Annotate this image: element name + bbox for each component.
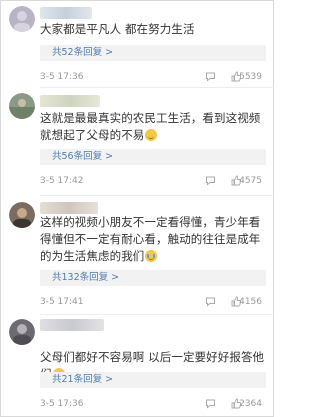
comment-text: 这就是最最真实的农民工生活，看到这视频就想起了父母的不易 — [40, 110, 266, 144]
replies-count[interactable]: 共21条回复 > — [52, 373, 113, 387]
cry-emoji — [145, 250, 158, 262]
smile-emoji — [145, 129, 158, 141]
replies-count[interactable]: 共132条回复 > — [52, 271, 119, 285]
avatar[interactable] — [9, 93, 35, 119]
like-count: 5539 — [239, 72, 262, 82]
divider — [40, 195, 274, 196]
comment-text: 大家都是平凡人 都在努力生活 — [40, 21, 266, 38]
comment-icon[interactable] — [205, 71, 216, 82]
like-count: 2364 — [239, 399, 262, 409]
divider — [40, 314, 274, 315]
avatar[interactable] — [9, 6, 35, 32]
comment-icon[interactable] — [205, 398, 216, 409]
username-blurred[interactable] — [40, 319, 104, 331]
username-blurred[interactable] — [40, 7, 92, 19]
divider — [40, 87, 274, 88]
replies-count[interactable]: 共52条回复 > — [52, 46, 113, 60]
username-blurred[interactable] — [40, 95, 100, 107]
timestamp: 3-5 17:36 — [40, 72, 84, 82]
comment-meta: 3-5 17:36 5539 — [40, 71, 266, 83]
comment-meta: 3-5 17:36 2364 — [40, 398, 266, 410]
avatar[interactable] — [9, 202, 35, 228]
comment-meta: 3-5 17:41 4156 — [40, 296, 266, 308]
username-blurred[interactable] — [40, 202, 98, 214]
timestamp: 3-5 17:36 — [40, 399, 84, 409]
comment-text: 这样的视频小朋友不一定看得懂，青少年看得懂但不一定有耐心看，触动的往往是成年的为… — [40, 214, 266, 265]
like-count: 4156 — [239, 297, 262, 307]
comment-icon[interactable] — [205, 296, 216, 307]
replies-count[interactable]: 共56条回复 > — [52, 150, 113, 164]
timestamp: 3-5 17:42 — [40, 176, 84, 186]
comment-text-content: 大家都是平凡人 都在努力生活 — [40, 22, 195, 36]
replies-link[interactable]: 共21条回复 > — [40, 372, 266, 388]
like-count: 4575 — [239, 176, 262, 186]
timestamp: 3-5 17:41 — [40, 297, 84, 307]
avatar[interactable] — [9, 319, 35, 345]
replies-link[interactable]: 共132条回复 > — [40, 270, 266, 286]
replies-link[interactable]: 共52条回复 > — [40, 45, 266, 61]
replies-link[interactable]: 共56条回复 > — [40, 149, 266, 165]
comment-icon[interactable] — [205, 175, 216, 186]
comment-meta: 3-5 17:42 4575 — [40, 175, 266, 187]
